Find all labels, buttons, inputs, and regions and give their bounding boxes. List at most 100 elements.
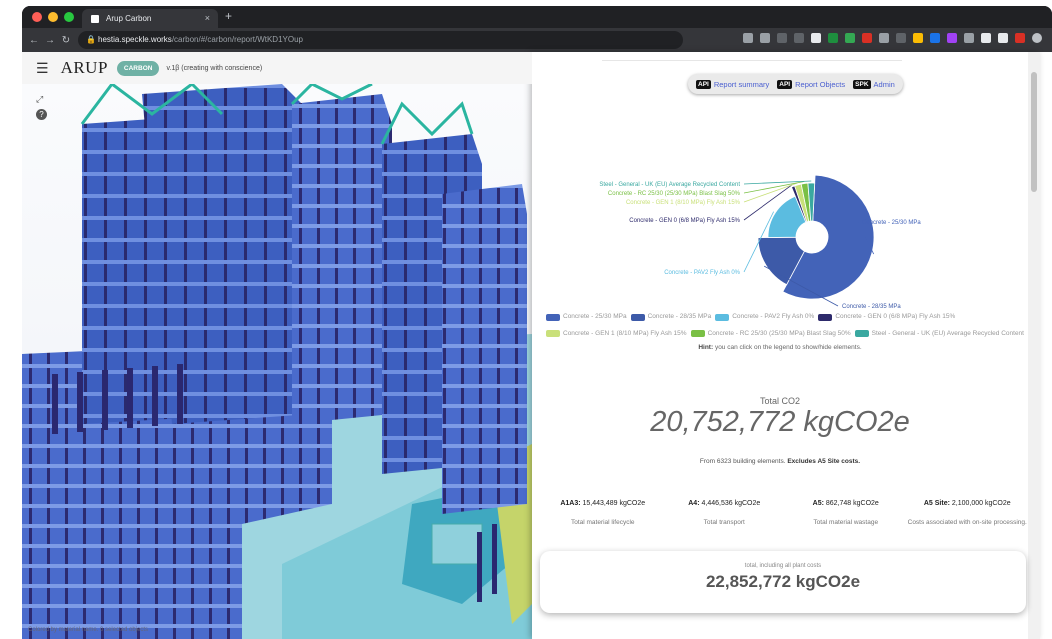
legend-swatch [630,313,645,321]
extension-icon[interactable] [998,33,1008,43]
legend-item[interactable]: Concrete - 28/35 MPa [630,310,712,324]
tab-label: Report Objects [795,79,846,89]
donut-svg[interactable]: Concrete - 25/30 MPa Concrete - 28/35 MPa… [532,122,1032,322]
back-icon[interactable]: ← [26,35,42,46]
extension-icon[interactable] [896,33,906,43]
legend-item[interactable]: Concrete - GEN 1 (8/10 MPa) Fly Ash 15% [546,327,687,341]
total-co2-value: 20,752,772 kgCO2e [650,406,910,438]
extension-icon[interactable] [930,33,940,43]
legend-label: Concrete - 28/35 MPa [647,313,712,320]
url-host: hestia.speckle.works [98,35,172,44]
tab-report-objects[interactable]: API Report Objects [777,79,846,89]
api-badge: API [777,79,793,89]
slice-label: Concrete - GEN 0 (6/8 MPa) Fly Ash 15% [629,218,740,224]
tab-report-summary[interactable]: API Report summary [696,79,770,89]
help-icon[interactable]: ? [36,109,47,120]
legend-item[interactable]: Concrete - PAV2 Fly Ash 0% [715,310,814,324]
profile-avatar[interactable] [1032,33,1042,43]
browser-window: Arup Carbon × + ← → ↻ 🔒 hestia.speckle.w… [22,6,1052,639]
legend-swatch [854,330,869,337]
donut-hole [797,222,827,252]
extension-icon[interactable] [845,33,855,43]
chart-legend: Concrete - 25/30 MPa Concrete - 28/35 MPa… [546,310,1036,343]
legend-swatch [546,330,560,337]
viewer-toolbar: ⤢ ? [36,92,47,122]
address-bar[interactable]: 🔒 hestia.speckle.works/carbon/#/carbon/r… [78,31,683,49]
extension-icon[interactable] [913,33,923,43]
extension-icon[interactable] [862,33,872,43]
building-model[interactable] [22,84,532,639]
api-badge: API [696,79,711,89]
tab-title: Arup Carbon [106,14,152,23]
page-content: ☰ ARUP CARBON v.1β (creating with consci… [22,52,1052,639]
legend-hint: Hint: you can click on the legend to sho… [698,344,862,351]
menu-icon[interactable]: ☰ [36,60,49,77]
element-count-note: From 6323 building elements. Excludes A5… [699,458,861,465]
slice-label: Concrete - PAV2 Fly Ash 0% [664,270,740,276]
report-nav: API Report summary API Report Objects SP… [688,74,903,94]
browser-toolbar: ← → ↻ 🔒 hestia.speckle.works/carbon/#/ca… [22,28,1052,52]
tab-close-icon[interactable]: × [205,13,210,23]
version-label: v.1β (creating with conscience) [166,64,263,72]
stage-breakdown: A1A3: 15,443,489 kgCO2e Total material l… [542,500,1028,528]
legend-label: Concrete - RC 25/30 (25/30 MPa) Blast Sl… [707,329,851,337]
window-controls [32,12,74,22]
close-window-button[interactable] [32,12,42,22]
app-header: ☰ ARUP CARBON v.1β (creating with consci… [22,52,532,84]
extension-icon[interactable] [981,33,991,43]
extension-icon[interactable] [760,33,770,43]
legend-label: Concrete - 25/30 MPa [563,313,627,320]
extension-icon[interactable] [777,33,787,43]
extension-icon[interactable] [964,33,974,43]
slice-label: Concrete - GEN 1 (8/10 MPa) Fly Ash 15% [626,200,741,206]
slice-label: Steel - General - UK (EU) Average Recycl… [599,182,740,188]
report-panel: API Report summary API Report Objects SP… [532,52,1040,639]
slice-label: Concrete - RC 25/30 (25/30 MPa) Blast Sl… [608,191,741,197]
fullscreen-icon[interactable]: ⤢ [36,92,47,107]
tab-admin[interactable]: SPK Admin [853,79,895,89]
legend-label: Concrete - GEN 0 (6/8 MPa) Fly Ash 15% [835,313,956,320]
legend-item[interactable]: Concrete - 25/30 MPa [546,310,627,324]
extension-icon[interactable] [811,33,821,43]
minimize-window-button[interactable] [48,12,58,22]
extension-icon[interactable] [794,33,804,43]
carbon-chip[interactable]: CARBON [116,60,160,76]
legend-label: Concrete - GEN 1 (8/10 MPa) Fly Ash 15% [563,329,687,337]
slice-label: Concrete - 25/30 MPa [862,220,921,226]
3d-viewer[interactable]: ⤢ ? Colored by material name. 0 selected… [22,84,532,639]
stat-a1a3: A1A3: 15,443,489 kgCO2e Total material l… [560,500,646,526]
legend-swatch [715,313,730,321]
extensions-bar [743,33,1042,45]
legend-item[interactable]: Steel - General - UK (EU) Average Recycl… [854,327,1024,341]
url-path: /carbon/#/carbon/report/WtKD1YOup [171,35,303,44]
tab-label: Report summary [713,79,770,89]
legend-swatch [546,313,560,321]
extension-icon[interactable] [743,33,753,43]
forward-icon[interactable]: → [42,35,58,46]
stat-a4: A4: 4,446,536 kgCO2e Total transport [688,500,761,526]
browser-tab[interactable]: Arup Carbon × [82,9,218,28]
card-value: 22,852,772 kgCO2e [705,572,861,591]
extension-icon[interactable] [879,33,889,43]
co2-donut-chart: Concrete - 25/30 MPa Concrete - 28/35 MPa… [532,122,1032,322]
stat-a5-site: A5 Site: 2,100,000 kgCO2e Costs associat… [907,500,1027,526]
viewer-status: Colored by material name. 0 selected obj… [28,627,149,633]
extension-icon[interactable] [828,33,838,43]
reload-icon[interactable]: ↻ [58,35,74,46]
tab-label: Admin [873,79,895,89]
extension-icon[interactable] [1015,33,1025,43]
legend-item[interactable]: Concrete - GEN 0 (6/8 MPa) Fly Ash 15% [818,310,955,324]
card-caption: total, including all plant costs [744,563,822,569]
zoom-window-button[interactable] [64,12,74,22]
extension-icon[interactable] [947,33,957,43]
new-tab-button[interactable]: + [225,9,232,23]
legend-label: Steel - General - UK (EU) Average Recycl… [871,329,1024,337]
legend-swatch [818,313,833,321]
tab-strip: Arup Carbon × + [22,6,1052,28]
total-co2-label: Total CO2 [759,396,801,406]
favicon-icon [91,15,99,23]
spk-badge: SPK [853,79,871,89]
divider [602,60,902,61]
legend-item[interactable]: Concrete - RC 25/30 (25/30 MPa) Blast Sl… [690,327,851,341]
lock-icon: 🔒 [86,35,96,44]
